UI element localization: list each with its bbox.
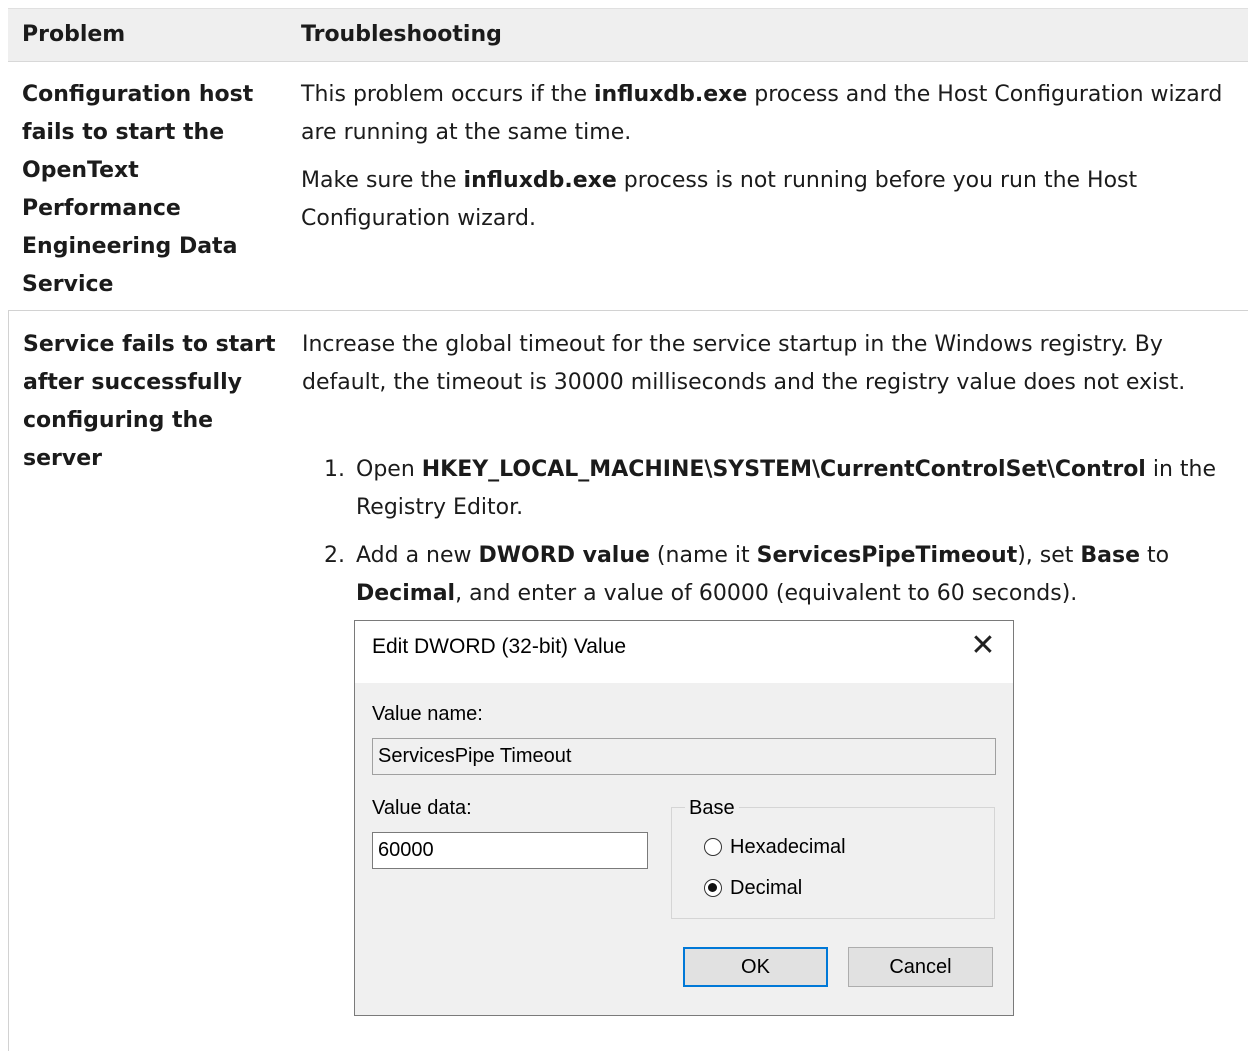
dialog-body: Value name: ServicesPipe Timeout Value d…	[355, 683, 1013, 1015]
radio-unselected-icon	[704, 838, 722, 856]
paragraph: Make sure the influxdb.exe process is no…	[301, 168, 1138, 231]
close-icon[interactable]: ✕	[965, 629, 1001, 665]
cancel-button[interactable]: Cancel	[848, 947, 993, 987]
troubleshooting-cell: This problem occurs if the influxdb.exe …	[301, 76, 1236, 238]
radio-selected-icon	[704, 879, 722, 897]
value-data-label: Value data:	[372, 797, 472, 819]
base-group-label: Base	[685, 797, 739, 820]
header-problem: Problem	[22, 22, 126, 47]
problem-cell: Service fails to start after successfull…	[23, 332, 276, 471]
base-group	[671, 807, 995, 919]
table-row: Configuration host fails to start the Op…	[8, 60, 1248, 311]
dialog-title: Edit DWORD (32-bit) Value	[372, 635, 627, 658]
value-data-input[interactable]: 60000	[372, 832, 648, 869]
value-name-label: Value name:	[372, 703, 483, 725]
paragraph: This problem occurs if the influxdb.exe …	[301, 82, 1223, 145]
ok-button[interactable]: OK	[683, 947, 828, 987]
decimal-radio[interactable]: Decimal	[704, 874, 802, 902]
intro-paragraph: Increase the global timeout for the serv…	[302, 332, 1186, 395]
steps-list: 1. Open HKEY_LOCAL_MACHINE\SYSTEM\Curren…	[302, 451, 1237, 613]
problem-cell: Configuration host fails to start the Op…	[22, 82, 254, 297]
list-item: 1. Open HKEY_LOCAL_MACHINE\SYSTEM\Curren…	[324, 457, 1216, 520]
value-name-field[interactable]: ServicesPipe Timeout	[372, 738, 996, 775]
edit-dword-dialog: Edit DWORD (32-bit) Value ✕ Value name: …	[354, 620, 1014, 1016]
list-item: 2. Add a new DWORD value (name it Servic…	[324, 543, 1170, 606]
table-header: Problem Troubleshooting	[8, 8, 1248, 62]
header-troubleshooting: Troubleshooting	[301, 22, 502, 47]
hexadecimal-radio[interactable]: Hexadecimal	[704, 833, 846, 861]
